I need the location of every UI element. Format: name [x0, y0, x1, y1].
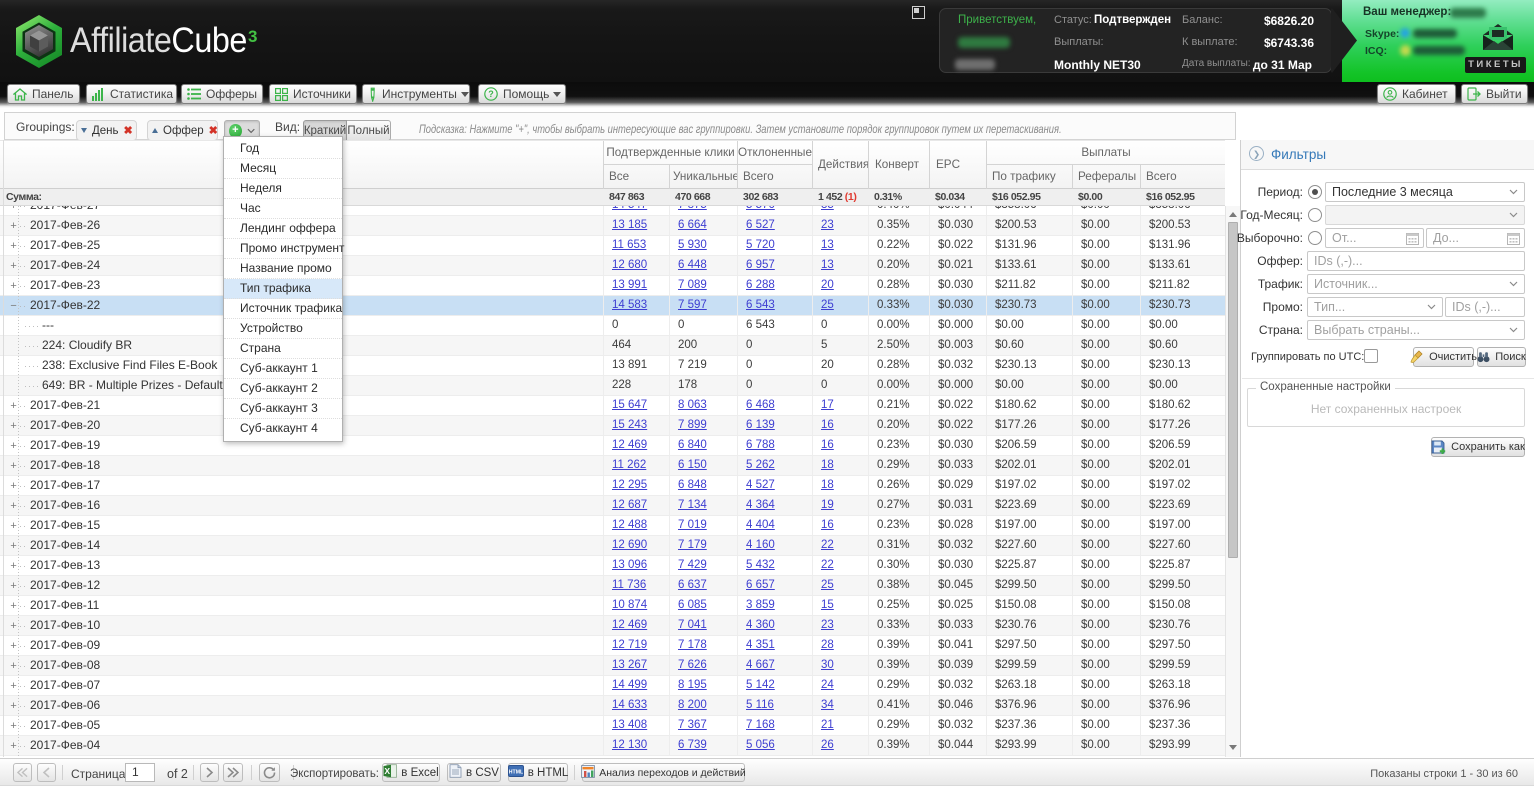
svg-text:?: ?: [488, 89, 494, 99]
svg-text:X: X: [385, 766, 391, 776]
svg-text:HTML: HTML: [509, 770, 524, 776]
